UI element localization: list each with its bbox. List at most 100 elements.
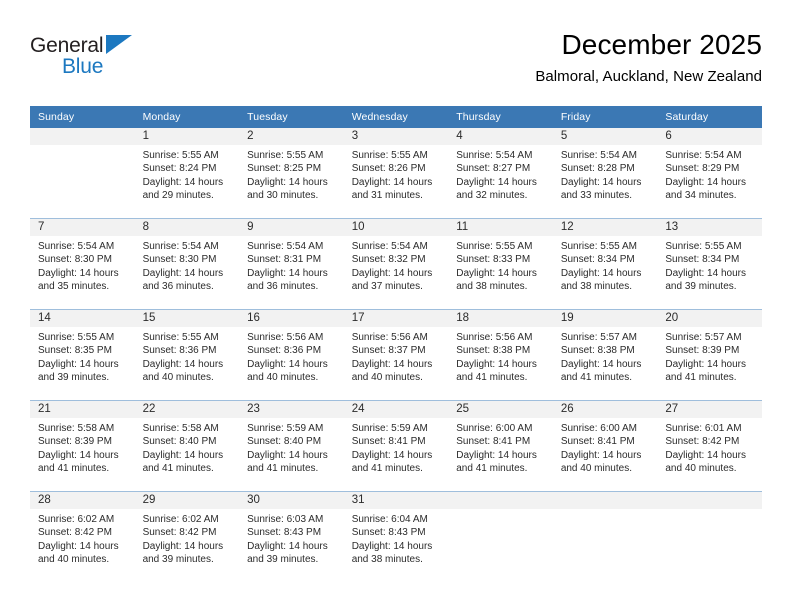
day-detail-line: Sunset: 8:38 PM bbox=[456, 345, 531, 357]
calendar-day-cell[interactable]: 9 Sunrise: 5:54 AM Sunset: 8:31 PM Daylight… bbox=[239, 218, 344, 310]
calendar-day-cell[interactable]: 20 Sunrise: 5:57 AM Sunset: 8:39 PM Dayligh… bbox=[657, 309, 762, 401]
calendar-day-cell[interactable]: 8 Sunrise: 5:54 AM Sunset: 8:30 PM Daylight… bbox=[134, 218, 240, 310]
day-number bbox=[657, 492, 762, 509]
day-number: 30 bbox=[239, 492, 344, 509]
day-number: 20 bbox=[657, 310, 762, 327]
calendar-day-cell[interactable]: 26 Sunrise: 6:00 AM Sunset: 8:41 PM Dayligh… bbox=[552, 400, 658, 492]
day-detail-line: Sunset: 8:38 PM bbox=[560, 345, 635, 357]
calendar-day-cell[interactable]: 19 Sunrise: 5:57 AM Sunset: 8:38 PM Dayligh… bbox=[552, 309, 658, 401]
calendar-day-cell[interactable]: 13 Sunrise: 5:55 AM Sunset: 8:34 PM Dayligh… bbox=[657, 218, 762, 310]
calendar-day-cell[interactable]: 4 Sunrise: 5:54 AM Sunset: 8:27 PM Daylight… bbox=[448, 128, 553, 219]
day-number: 14 bbox=[30, 310, 135, 327]
day-detail-line: Daylight: 14 hours bbox=[560, 267, 642, 279]
day-detail-line: and 30 minutes. bbox=[247, 190, 319, 202]
day-detail-line: Sunrise: 5:59 AM bbox=[247, 423, 324, 434]
calendar-day-cell[interactable]: 23 Sunrise: 5:59 AM Sunset: 8:40 PM Dayligh… bbox=[239, 400, 344, 492]
day-detail-line: Daylight: 14 hours bbox=[456, 176, 537, 188]
day-cell-content bbox=[30, 128, 135, 218]
day-number: 19 bbox=[552, 310, 658, 327]
calendar-day-cell[interactable]: 10 Sunrise: 5:54 AM Sunset: 8:32 PM Dayligh… bbox=[343, 218, 449, 310]
day-detail-line: and 41 minutes. bbox=[456, 463, 528, 475]
calendar-day-cell[interactable]: 16 Sunrise: 5:56 AM Sunset: 8:36 PM Dayligh… bbox=[239, 309, 344, 401]
day-detail-line: and 38 minutes. bbox=[351, 554, 423, 566]
calendar-week-row: 21 Sunrise: 5:58 AM Sunset: 8:39 PM Dayligh… bbox=[30, 400, 762, 492]
day-cell-content: 14 Sunrise: 5:55 AM Sunset: 8:35 PM Dayligh… bbox=[30, 310, 135, 400]
day-number bbox=[552, 492, 658, 509]
day-detail-line: Sunrise: 5:54 AM bbox=[456, 150, 533, 161]
day-detail-line: Sunrise: 6:01 AM bbox=[665, 423, 742, 434]
calendar-day-cell[interactable] bbox=[30, 128, 135, 219]
weekday-header-tuesday: Tuesday bbox=[239, 106, 344, 128]
day-sun-details: Sunrise: 5:54 AM Sunset: 8:30 PM Daylight:… bbox=[135, 236, 240, 294]
day-detail-line: and 37 minutes. bbox=[351, 281, 423, 293]
day-sun-details: Sunrise: 5:57 AM Sunset: 8:39 PM Daylight:… bbox=[657, 327, 762, 385]
day-cell-content: 6 Sunrise: 5:54 AM Sunset: 8:29 PM Daylight… bbox=[657, 128, 762, 218]
day-number: 25 bbox=[448, 401, 553, 418]
calendar-day-cell[interactable]: 22 Sunrise: 5:58 AM Sunset: 8:40 PM Dayligh… bbox=[134, 400, 240, 492]
calendar-day-cell[interactable]: 5 Sunrise: 5:54 AM Sunset: 8:28 PM Daylight… bbox=[552, 128, 658, 219]
calendar-day-cell[interactable]: 30 Sunrise: 6:03 AM Sunset: 8:43 PM Dayligh… bbox=[239, 491, 344, 582]
calendar-day-cell[interactable]: 28 Sunrise: 6:02 AM Sunset: 8:42 PM Dayligh… bbox=[30, 491, 135, 582]
day-sun-details: Sunrise: 5:56 AM Sunset: 8:36 PM Daylight:… bbox=[239, 327, 344, 385]
calendar-day-cell[interactable]: 18 Sunrise: 5:56 AM Sunset: 8:38 PM Dayligh… bbox=[448, 309, 553, 401]
calendar-day-cell[interactable] bbox=[657, 491, 762, 582]
day-detail-line: Daylight: 14 hours bbox=[247, 449, 328, 461]
calendar-day-cell[interactable]: 12 Sunrise: 5:55 AM Sunset: 8:34 PM Dayligh… bbox=[552, 218, 658, 310]
day-detail-line: Daylight: 14 hours bbox=[38, 358, 119, 370]
calendar-week-row: 28 Sunrise: 6:02 AM Sunset: 8:42 PM Dayligh… bbox=[30, 491, 762, 582]
day-number: 5 bbox=[552, 128, 658, 145]
calendar-day-cell[interactable]: 25 Sunrise: 6:00 AM Sunset: 8:41 PM Dayligh… bbox=[448, 400, 553, 492]
calendar-day-cell[interactable]: 17 Sunrise: 5:56 AM Sunset: 8:37 PM Dayligh… bbox=[343, 309, 449, 401]
day-sun-details: Sunrise: 6:02 AM Sunset: 8:42 PM Daylight:… bbox=[30, 509, 135, 567]
day-number bbox=[30, 128, 135, 145]
day-detail-line: Sunrise: 5:56 AM bbox=[351, 332, 428, 343]
calendar-day-cell[interactable]: 14 Sunrise: 5:55 AM Sunset: 8:35 PM Dayligh… bbox=[30, 309, 135, 401]
day-detail-line: and 40 minutes. bbox=[142, 372, 214, 384]
calendar-day-cell[interactable]: 24 Sunrise: 5:59 AM Sunset: 8:41 PM Dayligh… bbox=[343, 400, 449, 492]
calendar-day-cell[interactable]: 3 Sunrise: 5:55 AM Sunset: 8:26 PM Daylight… bbox=[343, 128, 449, 219]
day-detail-line: Sunset: 8:27 PM bbox=[456, 163, 531, 175]
day-sun-details: Sunrise: 6:02 AM Sunset: 8:42 PM Daylight:… bbox=[135, 509, 240, 567]
calendar-day-cell[interactable] bbox=[552, 491, 658, 582]
day-detail-line: and 38 minutes. bbox=[456, 281, 528, 293]
calendar-day-cell[interactable]: 15 Sunrise: 5:55 AM Sunset: 8:36 PM Dayligh… bbox=[134, 309, 240, 401]
calendar-day-cell[interactable]: 21 Sunrise: 5:58 AM Sunset: 8:39 PM Dayligh… bbox=[30, 400, 135, 492]
title-block: December 2025 Balmoral, Auckland, New Ze… bbox=[535, 28, 762, 87]
logo-text-blue: Blue bbox=[62, 55, 104, 78]
day-detail-line: Sunset: 8:40 PM bbox=[142, 436, 217, 448]
calendar-day-cell[interactable]: 29 Sunrise: 6:02 AM Sunset: 8:42 PM Dayligh… bbox=[134, 491, 240, 582]
weekday-header-row: Sunday Monday Tuesday Wednesday Thursday… bbox=[30, 106, 762, 128]
calendar-day-cell[interactable]: 27 Sunrise: 6:01 AM Sunset: 8:42 PM Dayligh… bbox=[657, 400, 762, 492]
calendar-day-cell[interactable] bbox=[448, 491, 553, 582]
day-detail-line: Sunrise: 5:56 AM bbox=[456, 332, 533, 343]
calendar-body: 1 Sunrise: 5:55 AM Sunset: 8:24 PM Daylight… bbox=[30, 128, 762, 582]
day-detail-line: Sunset: 8:35 PM bbox=[38, 345, 112, 357]
day-cell-content: 8 Sunrise: 5:54 AM Sunset: 8:30 PM Daylight… bbox=[134, 219, 240, 309]
day-detail-line: and 41 minutes. bbox=[351, 463, 423, 475]
day-detail-line: Sunset: 8:26 PM bbox=[351, 163, 426, 175]
day-cell-content: 2 Sunrise: 5:55 AM Sunset: 8:25 PM Daylight… bbox=[239, 128, 344, 218]
day-detail-line: and 32 minutes. bbox=[456, 190, 528, 202]
generalblue-logo[interactable]: General Blue bbox=[30, 34, 210, 86]
day-sun-details: Sunrise: 6:00 AM Sunset: 8:41 PM Daylight:… bbox=[448, 418, 553, 476]
day-cell-content: 11 Sunrise: 5:55 AM Sunset: 8:33 PM Dayligh… bbox=[448, 219, 553, 309]
day-sun-details: Sunrise: 5:58 AM Sunset: 8:40 PM Daylight:… bbox=[135, 418, 240, 476]
day-number: 11 bbox=[448, 219, 553, 236]
day-detail-line: Sunset: 8:36 PM bbox=[247, 345, 322, 357]
day-cell-content: 1 Sunrise: 5:55 AM Sunset: 8:24 PM Daylight… bbox=[134, 128, 240, 218]
day-detail-line: and 41 minutes. bbox=[665, 372, 737, 384]
calendar-day-cell[interactable]: 6 Sunrise: 5:54 AM Sunset: 8:29 PM Daylight… bbox=[657, 128, 762, 219]
calendar-day-cell[interactable]: 2 Sunrise: 5:55 AM Sunset: 8:25 PM Daylight… bbox=[239, 128, 344, 219]
calendar-day-cell[interactable]: 1 Sunrise: 5:55 AM Sunset: 8:24 PM Daylight… bbox=[134, 128, 240, 219]
day-detail-line: and 39 minutes. bbox=[665, 281, 737, 293]
calendar-day-cell[interactable]: 31 Sunrise: 6:04 AM Sunset: 8:43 PM Dayligh… bbox=[343, 491, 449, 582]
day-detail-line: Sunset: 8:36 PM bbox=[142, 345, 217, 357]
day-cell-content: 21 Sunrise: 5:58 AM Sunset: 8:39 PM Dayligh… bbox=[30, 401, 135, 491]
calendar-day-cell[interactable]: 11 Sunrise: 5:55 AM Sunset: 8:33 PM Dayligh… bbox=[448, 218, 553, 310]
day-number: 6 bbox=[657, 128, 762, 145]
calendar-day-cell[interactable]: 7 Sunrise: 5:54 AM Sunset: 8:30 PM Daylight… bbox=[30, 218, 135, 310]
day-cell-content: 15 Sunrise: 5:55 AM Sunset: 8:36 PM Dayligh… bbox=[134, 310, 240, 400]
day-detail-line: Sunset: 8:42 PM bbox=[665, 436, 740, 448]
day-detail-line: Sunset: 8:32 PM bbox=[351, 254, 426, 266]
day-detail-line: Sunset: 8:34 PM bbox=[665, 254, 740, 266]
